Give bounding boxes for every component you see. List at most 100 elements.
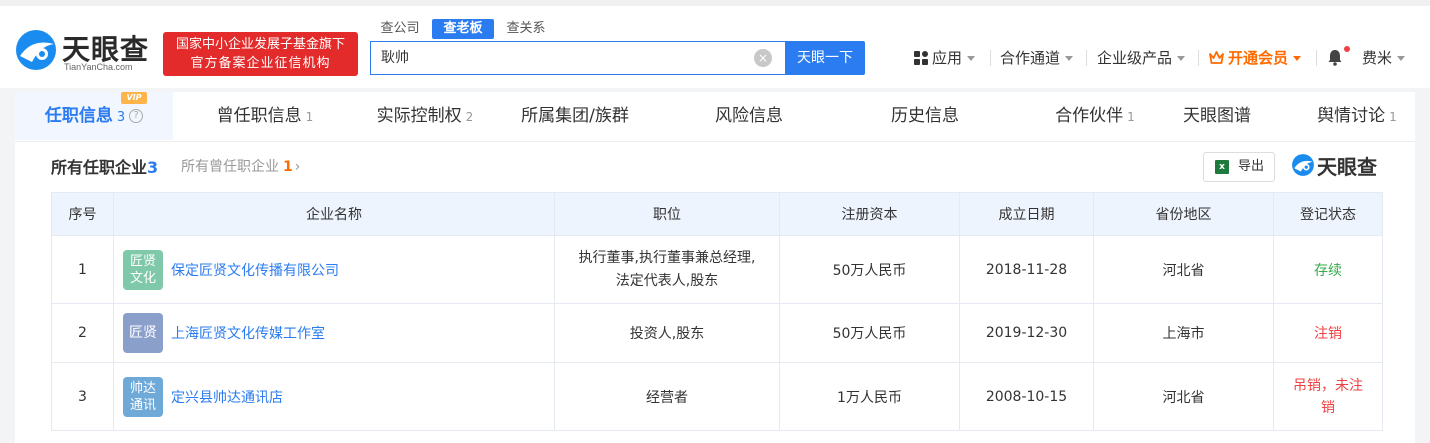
tab-count: 1 (1389, 110, 1397, 124)
tab-group[interactable]: 所属集团/族群 (501, 92, 649, 140)
cell-status: 存续 (1273, 235, 1383, 304)
cell-capital: 1万人民币 (779, 362, 960, 431)
nav-cooperation-label: 合作通道 (1000, 49, 1061, 67)
nav-divider (1198, 50, 1199, 66)
notification-bell[interactable] (1327, 47, 1343, 69)
tianyancha-logo[interactable]: 天眼查 TianYanCha.com (14, 26, 159, 76)
apps-icon (914, 51, 928, 65)
nav-enterprise-label: 企业级产品 (1097, 49, 1173, 67)
chevron-down-icon (1177, 56, 1186, 61)
tab-history[interactable]: 历史信息 (851, 92, 999, 140)
watermark-logo: 天眼查 (1291, 150, 1391, 180)
col-header-capital: 注册资本 (779, 192, 960, 236)
company-name-link[interactable]: 上海匠贤文化传媒工作室 (171, 326, 325, 342)
former-companies-count: 1 (283, 159, 293, 175)
tab-risk[interactable]: 风险信息 (675, 92, 823, 140)
former-companies-label: 所有曾任职企业 (181, 159, 279, 175)
tab-discussion[interactable]: 舆情讨论 1 (1299, 92, 1415, 140)
logo-mark-icon (16, 30, 56, 70)
tab-count: 1 (1127, 110, 1135, 124)
user-menu[interactable]: 费米 (1362, 47, 1406, 69)
positions-table: 序号 企业名称 职位 注册资本 成立日期 省份地区 登记状态 1 匠贤 文化 保定匠… (51, 192, 1383, 431)
tab-graph[interactable]: 天眼图谱 (1155, 92, 1279, 140)
top-header: 天眼查 TianYanCha.com 国家中小企业发展子基金旗下 官方备案企业征… (0, 0, 1430, 88)
clear-icon[interactable]: × (754, 49, 772, 67)
status-line1: 吊销，未注 (1293, 377, 1363, 394)
tab-label: 历史信息 (891, 106, 959, 126)
tab-count: 1 (305, 110, 314, 124)
tab-partners[interactable]: 合作伙伴 1 (1021, 92, 1169, 140)
cell-status: 注销 (1273, 303, 1383, 363)
nav-vip[interactable]: 开通会员 (1209, 47, 1302, 69)
badge-line2: 官方备案企业征信机构 (190, 56, 331, 71)
status-line2: 销 (1321, 399, 1335, 416)
search-input[interactable]: 耿帅 (370, 41, 786, 75)
table-row: 3 帅达 通讯 定兴县帅达通讯店 经营者 1万人民币 2008-10-15 河北省 … (51, 362, 1383, 431)
company-logo-line2: 通讯 (129, 397, 156, 413)
company-logo[interactable]: 帅达 通讯 (123, 376, 163, 417)
section-title-count: 3 (147, 158, 159, 177)
tab-actual-control[interactable]: 实际控制权 2 (351, 92, 499, 140)
company-name-link[interactable]: 定兴县帅达通讯店 (171, 390, 283, 406)
col-header-date: 成立日期 (959, 192, 1094, 236)
cell-no: 3 (51, 362, 114, 431)
company-logo[interactable]: 匠贤 (123, 313, 163, 353)
tab-label: 曾任职信息 (216, 106, 302, 126)
tab-former-positions[interactable]: 曾任职信息 1 (191, 92, 339, 140)
chevron-right-icon: › (294, 159, 301, 175)
position-line2: 法定代表人,股东 (615, 272, 719, 289)
table-row: 1 匠贤 文化 保定匠贤文化传播有限公司 执行董事,执行董事兼总经理, 法定代表人,股… (51, 235, 1383, 304)
cell-region: 河北省 (1093, 362, 1274, 431)
tab-label: 所属集团/族群 (521, 106, 629, 126)
nav-divider (1086, 50, 1087, 66)
export-button[interactable]: x 导出 (1203, 152, 1275, 182)
logo-mark-icon (1292, 154, 1314, 176)
company-logo-line1: 匠贤 (129, 253, 156, 269)
nav-divider (1316, 50, 1317, 66)
cell-date: 2018-11-28 (959, 235, 1094, 304)
search-tab-boss[interactable]: 查老板 (432, 19, 494, 39)
cell-company: 帅达 通讯 定兴县帅达通讯店 (113, 362, 555, 431)
company-logo[interactable]: 匠贤 文化 (123, 249, 163, 290)
chevron-down-icon (1397, 56, 1406, 61)
col-header-region: 省份地区 (1093, 192, 1274, 236)
nav-vip-label: 开通会员 (1228, 49, 1289, 67)
nav-apps[interactable]: 应用 (914, 47, 976, 69)
excel-icon: x (1215, 160, 1229, 174)
company-name-link[interactable]: 保定匠贤文化传播有限公司 (171, 263, 339, 279)
watermark-text: 天眼查 (1317, 155, 1377, 179)
export-label: 导出 (1238, 159, 1265, 174)
help-icon[interactable]: ? (129, 109, 144, 123)
cell-capital: 50万人民币 (779, 303, 960, 363)
company-logo-line2: 文化 (129, 270, 156, 286)
content-panel: 所有任职企业3 所有曾任职企业 1 › x 导出 天眼查 序号 企业名称 职位 注册… (15, 142, 1415, 443)
chevron-down-icon (1065, 56, 1074, 61)
former-companies-link[interactable]: 所有曾任职企业 1 › (181, 156, 300, 176)
tab-label: 风险信息 (715, 106, 783, 126)
info-tabs: 任职信息 3? VIP 曾任职信息 1 实际控制权 2 所属集团/族群 风险信息 历史… (15, 92, 1415, 142)
nav-cooperation[interactable]: 合作通道 (1000, 47, 1074, 69)
section-title-label: 所有任职企业 (51, 158, 148, 177)
nav-enterprise[interactable]: 企业级产品 (1097, 47, 1186, 69)
badge-line1: 国家中小企业发展子基金旗下 (175, 37, 345, 52)
cell-position: 经营者 (554, 362, 780, 431)
search-button[interactable]: 天眼一下 (785, 41, 865, 75)
vip-badge: VIP (121, 92, 147, 104)
cell-no: 1 (51, 235, 114, 304)
tab-count: 3 (116, 110, 126, 125)
nav-divider (990, 50, 991, 66)
table-row: 2 匠贤 上海匠贤文化传媒工作室 投资人,股东 50万人民币 2019-12-30… (51, 303, 1383, 363)
chevron-down-icon (967, 56, 976, 61)
position-line1: 执行董事,执行董事兼总经理, (578, 249, 756, 266)
col-header-company: 企业名称 (113, 192, 555, 236)
search-tab-relation[interactable]: 查关系 (498, 19, 554, 39)
tab-current-positions[interactable]: 任职信息 3? VIP (15, 92, 173, 140)
user-name: 费米 (1362, 49, 1393, 67)
company-logo-line1: 帅达 (129, 380, 156, 396)
search-tab-company[interactable]: 查公司 (372, 19, 428, 39)
tab-label: 舆情讨论 (1317, 106, 1386, 126)
section-title: 所有任职企业3 (51, 154, 158, 178)
cell-date: 2008-10-15 (959, 362, 1094, 431)
tab-label: 天眼图谱 (1183, 106, 1251, 126)
bell-icon (1328, 50, 1342, 66)
